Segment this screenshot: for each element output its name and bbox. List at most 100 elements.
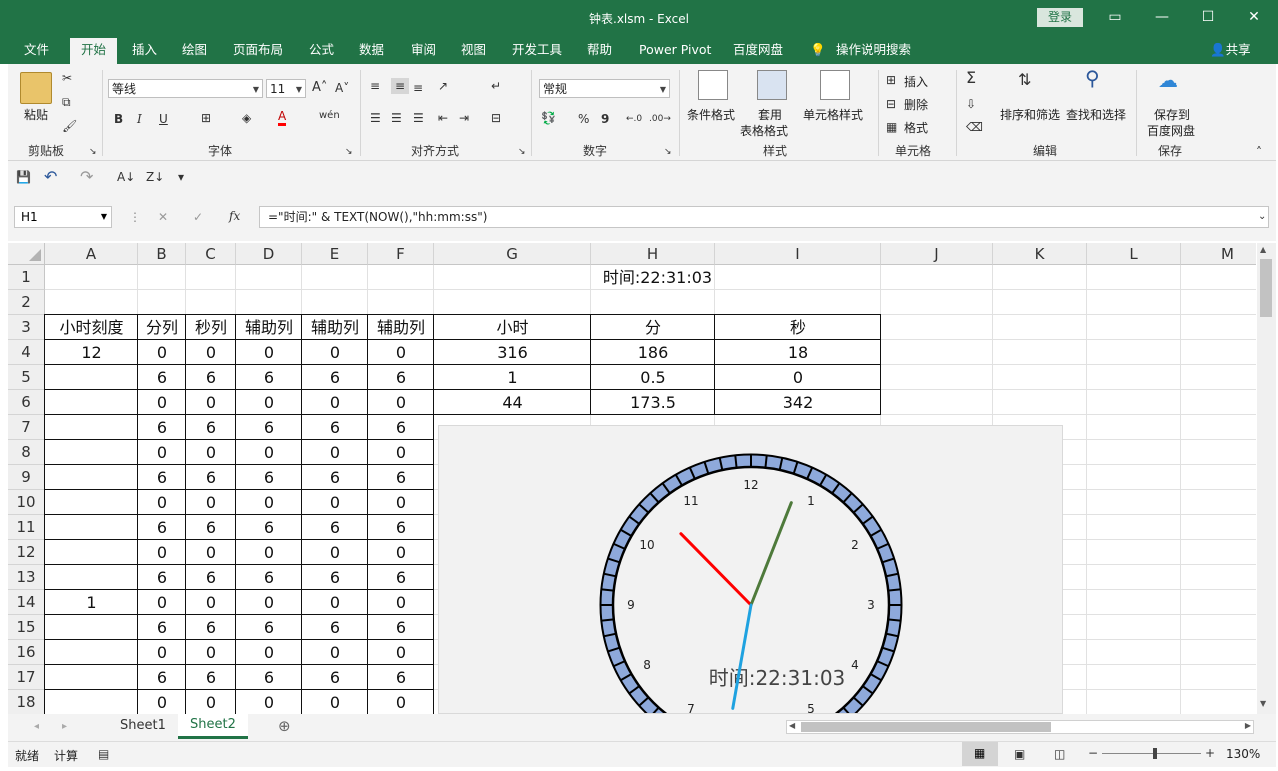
- cell-value[interactable]: 0: [138, 490, 186, 515]
- name-box[interactable]: H1 ▼: [14, 206, 112, 228]
- page-layout-view-icon[interactable]: ▣: [1014, 746, 1025, 762]
- align-top-icon[interactable]: ≡: [370, 78, 380, 94]
- format-cells-button[interactable]: 格式: [904, 119, 928, 136]
- row-header-2[interactable]: 2: [8, 290, 45, 315]
- prev-sheet-icon[interactable]: ◂: [34, 719, 39, 735]
- find-select-button[interactable]: 查找和选择: [1066, 106, 1126, 123]
- cancel-icon[interactable]: ✕: [158, 209, 168, 225]
- cell-value[interactable]: 0: [302, 640, 368, 665]
- cell-value[interactable]: 0: [138, 340, 186, 365]
- row-header-1[interactable]: 1: [8, 265, 45, 290]
- sort-ascending-icon[interactable]: A↓: [117, 169, 135, 185]
- paste-button[interactable]: 粘贴: [24, 106, 48, 123]
- cell-value[interactable]: 0: [138, 390, 186, 415]
- scroll-left-icon[interactable]: ◀: [789, 721, 795, 730]
- cell-value[interactable]: 6: [186, 415, 236, 440]
- tab-file[interactable]: 文件: [24, 36, 49, 64]
- cell-value[interactable]: 0: [236, 640, 302, 665]
- cell-value[interactable]: 0: [186, 340, 236, 365]
- cell-value[interactable]: 0: [138, 690, 186, 714]
- redo-icon[interactable]: ↷: [80, 169, 93, 185]
- minimize-icon[interactable]: —: [1152, 7, 1172, 27]
- merge-center-icon[interactable]: ⊟: [491, 110, 501, 126]
- underline-button[interactable]: U: [159, 111, 168, 127]
- cell-value[interactable]: 0: [138, 590, 186, 615]
- scroll-down-icon[interactable]: ▼: [1260, 699, 1266, 708]
- cell-header[interactable]: 辅助列: [302, 315, 368, 340]
- cell-value[interactable]: 0: [186, 390, 236, 415]
- cell-value[interactable]: 0: [368, 440, 434, 465]
- wrap-text-icon[interactable]: ↵: [491, 78, 501, 94]
- maximize-icon[interactable]: ☐: [1198, 7, 1218, 27]
- next-sheet-icon[interactable]: ▸: [62, 719, 67, 735]
- orientation-icon[interactable]: ↗: [438, 78, 448, 94]
- tab-power-pivot[interactable]: Power Pivot: [639, 36, 711, 64]
- tab-formulas[interactable]: 公式: [309, 36, 334, 64]
- sort-filter-icon[interactable]: ⇅: [1018, 72, 1031, 88]
- cell-value[interactable]: 6: [368, 415, 434, 440]
- tab-baidu[interactable]: 百度网盘: [733, 36, 783, 64]
- column-header-f[interactable]: F: [368, 243, 434, 265]
- cell-value[interactable]: 0: [302, 340, 368, 365]
- cell-value[interactable]: 0: [186, 640, 236, 665]
- bold-button[interactable]: B: [114, 111, 123, 127]
- cell-value[interactable]: 0: [236, 340, 302, 365]
- tab-insert[interactable]: 插入: [132, 36, 157, 64]
- sheet-tab-sheet2[interactable]: Sheet2: [178, 714, 248, 739]
- cell-value[interactable]: 6: [236, 565, 302, 590]
- format-painter-icon[interactable]: 🖌: [62, 118, 77, 134]
- format-cells-icon[interactable]: ▦: [886, 119, 897, 135]
- cell-header[interactable]: 秒: [715, 315, 881, 340]
- zoom-in-icon[interactable]: +: [1205, 745, 1215, 761]
- clock-chart[interactable]: 121234567891011时间:22:31:03: [438, 425, 1063, 714]
- cell-header[interactable]: 秒列: [186, 315, 236, 340]
- tab-review[interactable]: 审阅: [411, 36, 436, 64]
- cell-value[interactable]: 6: [302, 465, 368, 490]
- zoom-slider[interactable]: [1102, 753, 1201, 754]
- fill-icon[interactable]: ⇩: [966, 96, 976, 112]
- cell-value[interactable]: 6: [186, 565, 236, 590]
- insert-cells-button[interactable]: 插入: [904, 73, 928, 90]
- cell-header[interactable]: 分: [591, 315, 715, 340]
- row-header-18[interactable]: 18: [8, 690, 45, 714]
- cell-header[interactable]: 小时: [434, 315, 591, 340]
- cell-value[interactable]: 0: [138, 440, 186, 465]
- cell-value[interactable]: 6: [138, 465, 186, 490]
- close-icon[interactable]: ✕: [1244, 7, 1264, 27]
- paste-icon[interactable]: [20, 72, 52, 104]
- tab-home[interactable]: 开始: [70, 38, 118, 64]
- dialog-launcher-icon[interactable]: ↘: [89, 144, 97, 160]
- vertical-scrollbar[interactable]: ▲ ▼: [1257, 243, 1276, 714]
- column-header-b[interactable]: B: [138, 243, 186, 265]
- dialog-launcher-icon[interactable]: ↘: [664, 144, 672, 160]
- format-as-table-label-1[interactable]: 套用: [758, 106, 782, 123]
- cell-value[interactable]: 186: [591, 340, 715, 365]
- column-header-a[interactable]: A: [45, 243, 138, 265]
- cell-value[interactable]: 0: [368, 490, 434, 515]
- cell-value[interactable]: 6: [302, 615, 368, 640]
- cell-value[interactable]: 0: [236, 390, 302, 415]
- cell-value[interactable]: 0: [302, 590, 368, 615]
- row-header-7[interactable]: 7: [8, 415, 45, 440]
- insert-function-button[interactable]: fx: [229, 208, 240, 224]
- delete-cells-button[interactable]: 删除: [904, 96, 928, 113]
- phonetic-button[interactable]: wén: [319, 108, 340, 124]
- cell-value[interactable]: 6: [138, 365, 186, 390]
- cell-value[interactable]: 0: [368, 590, 434, 615]
- zoom-slider-thumb[interactable]: [1153, 748, 1157, 759]
- cell-value[interactable]: 0: [302, 490, 368, 515]
- column-header-i[interactable]: I: [715, 243, 881, 265]
- cell-value[interactable]: 0: [186, 590, 236, 615]
- cell-styles-button[interactable]: 单元格样式: [803, 106, 863, 123]
- tab-view[interactable]: 视图: [461, 36, 486, 64]
- cell-value[interactable]: 6: [138, 515, 186, 540]
- cell-value[interactable]: 6: [236, 665, 302, 690]
- cell-value[interactable]: 342: [715, 390, 881, 415]
- cell-value[interactable]: 0: [236, 440, 302, 465]
- increase-font-icon[interactable]: A˄: [312, 80, 327, 96]
- cell-value[interactable]: 0: [186, 540, 236, 565]
- new-sheet-icon[interactable]: ⊕: [278, 718, 291, 734]
- horizontal-scrollbar[interactable]: ◀ ▶: [786, 720, 1254, 734]
- page-break-view-icon[interactable]: ◫: [1054, 746, 1065, 762]
- tab-data[interactable]: 数据: [359, 36, 384, 64]
